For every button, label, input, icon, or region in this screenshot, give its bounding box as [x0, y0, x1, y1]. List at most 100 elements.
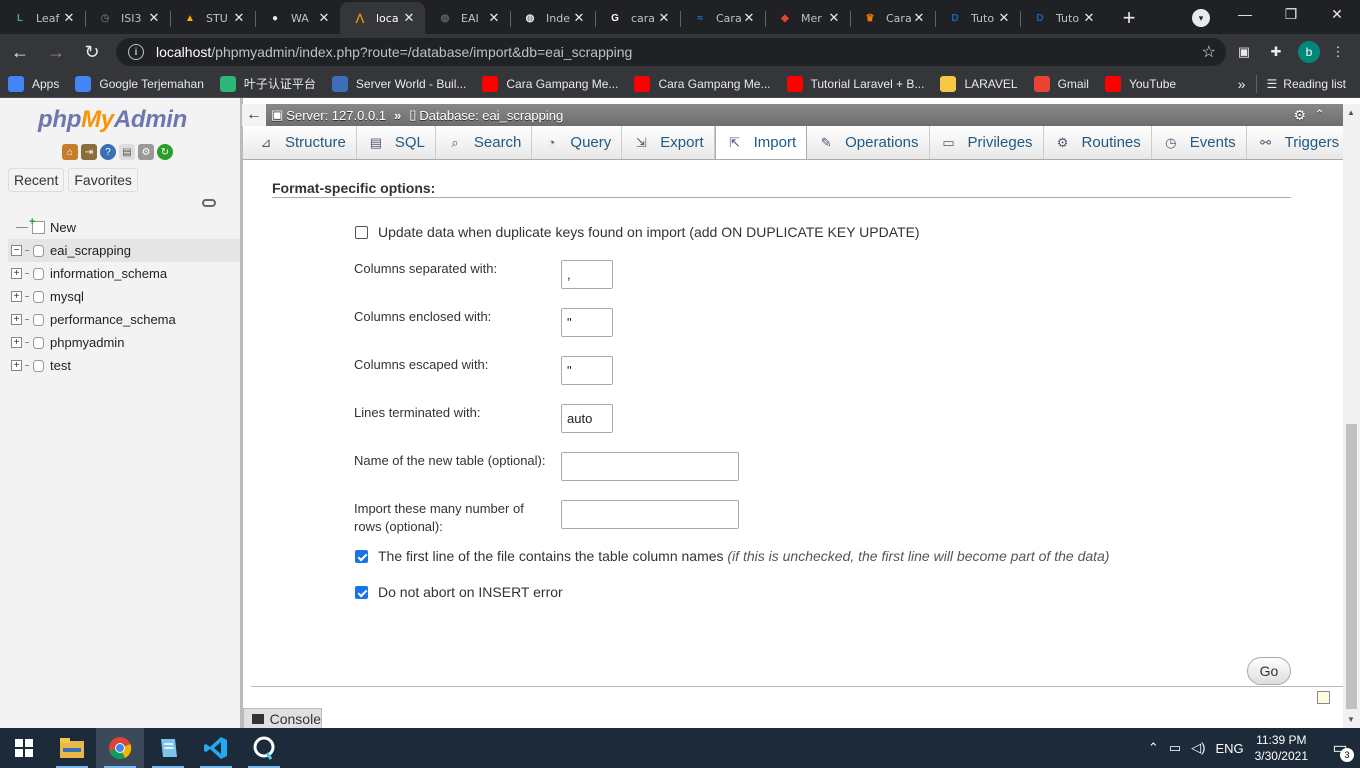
go-button[interactable]: Go [1247, 657, 1291, 685]
home-icon[interactable]: ⌂ [62, 144, 78, 160]
tree-node-test[interactable]: + test [8, 354, 240, 377]
tab-sql[interactable]: ▤ SQL [357, 126, 436, 159]
duplicate-key-label[interactable]: Update data when duplicate keys found on… [378, 224, 920, 240]
browser-tab[interactable]: ● WA ✕ [255, 2, 340, 34]
browser-tab[interactable]: ◆ Mer ✕ [765, 2, 850, 34]
browser-tab[interactable]: L Leaf ✕ [0, 2, 85, 34]
docs-icon[interactable]: ▤ [119, 144, 135, 160]
bookmark-item[interactable]: Tutorial Laravel + B... [779, 70, 933, 98]
bookmark-item[interactable]: Google Terjemahan [67, 70, 212, 98]
columns-enclosed-input[interactable] [561, 308, 613, 337]
new-table-name-input[interactable] [561, 452, 739, 481]
collapse-nav-arrow-icon[interactable]: ← [242, 104, 266, 126]
import-rows-input[interactable] [561, 500, 739, 529]
link-with-main-panel-icon[interactable] [202, 199, 216, 207]
close-tab-icon[interactable]: ✕ [996, 10, 1012, 26]
bookmark-star-icon[interactable]: ☆ [1202, 42, 1216, 62]
tab-privileges[interactable]: ▭ Privileges [930, 126, 1044, 159]
tab-export[interactable]: ⇲ Export [622, 126, 715, 159]
tab-structure[interactable]: ⊿ Structure [247, 126, 357, 159]
menu-kebab-icon[interactable]: ⋮ [1324, 38, 1352, 66]
network-icon[interactable]: ▭ [1169, 740, 1181, 756]
close-tab-icon[interactable]: ✕ [656, 10, 672, 26]
close-tab-icon[interactable]: ✕ [316, 10, 332, 26]
new-tab-button[interactable]: + [1111, 2, 1147, 34]
tab-operations[interactable]: ✎ Operations [807, 126, 930, 159]
site-info-icon[interactable]: i [128, 44, 144, 60]
close-tab-icon[interactable]: ✕ [571, 10, 587, 26]
browser-tab[interactable]: D Tuto ✕ [935, 2, 1020, 34]
tree-node-performance-schema[interactable]: + performance_schema [8, 308, 240, 331]
action-center-icon[interactable]: ▭ 3 [1320, 728, 1360, 768]
close-tab-icon[interactable]: ✕ [231, 10, 247, 26]
vscode-icon[interactable] [192, 728, 240, 768]
tab-query[interactable]: ◔ Query [532, 126, 623, 159]
recent-tab[interactable]: Recent [8, 168, 65, 192]
browser-tab[interactable]: D Tuto ✕ [1020, 2, 1105, 34]
close-tab-icon[interactable]: ✕ [826, 10, 842, 26]
breadcrumb-database[interactable]: Database: eai_scrapping [419, 108, 563, 123]
bookmark-item[interactable]: Apps [0, 70, 67, 98]
collapse-icon[interactable]: − [11, 245, 22, 256]
tree-node-label[interactable]: performance_schema [50, 312, 176, 327]
search-app-icon[interactable] [240, 728, 288, 768]
tree-node-label[interactable]: eai_scrapping [50, 243, 131, 258]
browser-tab[interactable]: ◍ EAI ✕ [425, 2, 510, 34]
breadcrumb-server[interactable]: Server: 127.0.0.1 [286, 108, 386, 123]
browser-tab[interactable]: ≈ Cara ✕ [680, 2, 765, 34]
bookmarks-overflow-button[interactable]: » [1228, 76, 1256, 92]
scroll-up-icon[interactable]: ▲ [1347, 108, 1355, 117]
file-explorer-icon[interactable] [48, 728, 96, 768]
scroll-down-icon[interactable]: ▼ [1347, 715, 1355, 724]
forward-icon[interactable]: → [40, 36, 72, 68]
back-icon[interactable]: ← [4, 36, 36, 68]
console-toggle[interactable]: Console [243, 708, 322, 728]
notepad-icon[interactable] [144, 728, 192, 768]
browser-tab[interactable]: ◷ ISI3 ✕ [85, 2, 170, 34]
language-indicator[interactable]: ENG [1215, 741, 1243, 756]
close-tab-icon[interactable]: ✕ [1081, 10, 1097, 26]
tab-search[interactable]: ⌕ Search [436, 126, 533, 159]
duplicate-key-checkbox[interactable] [355, 226, 368, 239]
reload-nav-icon[interactable]: ↻ [157, 144, 173, 160]
bookmark-item[interactable]: Cara Gampang Me... [474, 70, 626, 98]
logout-icon[interactable]: ⇥ [81, 144, 97, 160]
browser-tab[interactable]: ◍ Inde ✕ [510, 2, 595, 34]
expand-icon[interactable]: + [11, 268, 22, 279]
tab-triggers[interactable]: ⚯ Triggers [1247, 126, 1343, 159]
browser-tab[interactable]: Gcara ✕ [595, 2, 680, 34]
expand-icon[interactable]: + [11, 314, 22, 325]
chrome-icon[interactable] [96, 728, 144, 768]
close-tab-icon[interactable]: ✕ [146, 10, 162, 26]
close-tab-icon[interactable]: ✕ [61, 10, 77, 26]
first-line-column-names-label[interactable]: The first line of the file contains the … [378, 548, 1109, 564]
page-settings-gear-icon[interactable]: ⚙ [1294, 107, 1307, 124]
settings-gear-icon[interactable]: ⚙ [138, 144, 154, 160]
browser-tab[interactable]: ♛ Cara ✕ [850, 2, 935, 34]
show-hidden-icons-icon[interactable]: ⌃ [1148, 740, 1159, 756]
tree-node-label[interactable]: New [50, 220, 76, 235]
minimize-button[interactable]: — [1222, 6, 1268, 28]
tab-import[interactable]: ⇱ Import [714, 126, 808, 159]
do-not-abort-checkbox[interactable] [355, 586, 368, 599]
tree-node-label[interactable]: test [50, 358, 71, 373]
columns-escaped-input[interactable] [561, 356, 613, 385]
clock[interactable]: 11:39 PM 3/30/2021 [1255, 732, 1308, 764]
pma-logo[interactable]: phpMyAdmin [38, 106, 187, 134]
profile-avatar[interactable]: b [1298, 41, 1320, 63]
close-tab-icon[interactable]: ✕ [486, 10, 502, 26]
expand-icon[interactable]: + [11, 291, 22, 302]
columns-separated-input[interactable] [561, 260, 613, 289]
tree-node-eai-scrapping[interactable]: − eai_scrapping [8, 239, 240, 262]
browser-tab[interactable]: ▲ STU ✕ [170, 2, 255, 34]
expand-icon[interactable]: + [11, 337, 22, 348]
tree-node-label[interactable]: phpmyadmin [50, 335, 124, 350]
volume-icon[interactable]: ◁) [1191, 740, 1205, 756]
tree-node-phpmyadmin[interactable]: + phpmyadmin [8, 331, 240, 354]
tree-node-mysql[interactable]: + mysql [8, 285, 240, 308]
do-not-abort-label[interactable]: Do not abort on INSERT error [378, 584, 563, 600]
collapse-top-menu-icon[interactable]: ⌃ [1314, 107, 1325, 123]
bookmark-item[interactable]: Cara Gampang Me... [626, 70, 778, 98]
close-tab-icon[interactable]: ✕ [911, 10, 927, 26]
tree-node-New[interactable]: New [8, 216, 240, 239]
